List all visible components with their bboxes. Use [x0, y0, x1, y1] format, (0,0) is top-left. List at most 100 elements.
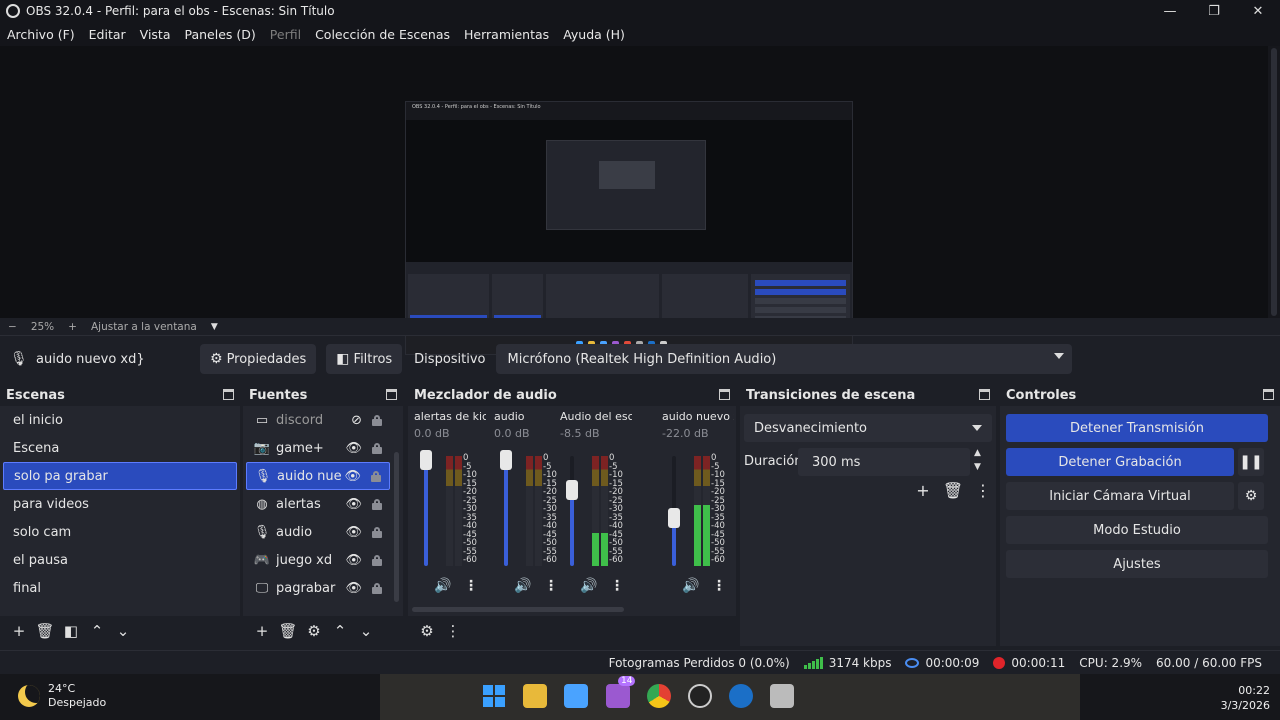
channel-menu-icon[interactable]: ⋮	[544, 578, 558, 594]
scene-item[interactable]: Escena	[3, 434, 237, 462]
volume-knob[interactable]	[668, 508, 680, 528]
menu-profile[interactable]: Perfil	[270, 27, 301, 42]
transition-menu-button[interactable]: ⋮	[970, 481, 996, 500]
close-button[interactable]: ✕	[1236, 0, 1280, 22]
eye-icon[interactable]: 👁	[345, 581, 362, 596]
studio-mode-button[interactable]: Modo Estudio	[1006, 516, 1268, 544]
eye-icon[interactable]: 👁	[344, 469, 361, 484]
lock-icon[interactable]	[372, 554, 382, 566]
undock-icon[interactable]	[979, 389, 990, 400]
speaker-icon[interactable]: 🔊	[580, 578, 597, 594]
filters-button[interactable]: ◧ Filtros	[326, 344, 403, 374]
zoom-out-button[interactable]: −	[8, 321, 17, 333]
mixer-menu-button[interactable]: ⋮	[440, 622, 466, 640]
preview-scrollbar[interactable]	[1268, 46, 1280, 318]
pause-recording-button[interactable]: ❚❚	[1238, 448, 1264, 476]
start-virtual-camera-button[interactable]: Iniciar Cámara Virtual	[1006, 482, 1234, 510]
stop-stream-button[interactable]: Detener Transmisión	[1006, 414, 1268, 442]
eye-icon[interactable]: 👁	[345, 525, 362, 540]
channel-menu-icon[interactable]: ⋮	[464, 578, 478, 594]
restore-button[interactable]: ❐	[1192, 0, 1236, 22]
menu-tools[interactable]: Herramientas	[464, 27, 549, 42]
eye-icon[interactable]: 👁	[345, 441, 362, 456]
undock-icon[interactable]	[386, 389, 397, 400]
speaker-icon[interactable]: 🔊	[682, 578, 699, 594]
add-source-button[interactable]: +	[249, 622, 275, 640]
transition-select[interactable]: Desvanecimiento	[744, 414, 992, 442]
channel-menu-icon[interactable]: ⋮	[610, 578, 624, 594]
advanced-audio-button[interactable]: ⚙	[414, 622, 440, 640]
speaker-icon[interactable]: 🔊	[434, 578, 451, 594]
lock-icon[interactable]	[371, 470, 381, 482]
device-select[interactable]: Micrófono (Realtek High Definition Audio…	[495, 344, 1072, 374]
stop-recording-button[interactable]: Detener Grabación	[1006, 448, 1234, 476]
lock-icon[interactable]	[372, 442, 382, 454]
speaker-icon[interactable]: 🔊	[514, 578, 531, 594]
fit-to-window-button[interactable]: Ajustar a la ventana	[91, 321, 197, 333]
windows-start-icon[interactable]	[482, 684, 506, 708]
duration-input[interactable]: 300 ms	[798, 448, 970, 476]
virtual-camera-settings-button[interactable]: ⚙	[1238, 482, 1264, 510]
source-item[interactable]: ◍ alertas 👁	[246, 490, 390, 518]
source-item[interactable]: 🎙 audio 👁	[246, 518, 390, 546]
undock-icon[interactable]	[1263, 389, 1274, 400]
source-item[interactable]: 🖵 pagrabar 👁	[246, 574, 390, 602]
add-transition-button[interactable]: +	[910, 481, 936, 500]
steam-icon[interactable]	[729, 684, 753, 708]
chevron-down-icon[interactable]: ▼	[211, 322, 218, 332]
scene-filters-button[interactable]: ◧	[58, 622, 84, 640]
zoom-in-button[interactable]: +	[68, 321, 77, 333]
source-item[interactable]: 🎮 juego xd 👁	[246, 546, 390, 574]
lock-icon[interactable]	[372, 526, 382, 538]
scene-item[interactable]: el inicio	[3, 406, 237, 434]
file-explorer-icon[interactable]	[523, 684, 547, 708]
source-item[interactable]: 📷 game+ 👁	[246, 434, 390, 462]
volume-knob[interactable]	[566, 480, 578, 500]
remove-scene-button[interactable]: 🗑	[32, 622, 58, 640]
weather-widget[interactable]: 24°C Despejado	[18, 682, 106, 710]
menu-file[interactable]: Archivo (F)	[7, 27, 75, 42]
undock-icon[interactable]	[719, 389, 730, 400]
move-up-button[interactable]: ⌃	[327, 622, 353, 640]
remove-source-button[interactable]: 🗑	[275, 622, 301, 640]
properties-button[interactable]: ⚙ Propiedades	[200, 344, 317, 374]
lock-icon[interactable]	[372, 414, 382, 426]
mixer-scrollbar[interactable]	[412, 607, 624, 612]
source-item[interactable]: ▭ discord ⊘	[246, 406, 390, 434]
move-down-button[interactable]: ⌄	[353, 622, 379, 640]
scene-item[interactable]: el pausa	[3, 546, 237, 574]
sources-scrollbar[interactable]	[394, 452, 399, 602]
eye-hidden-icon[interactable]: ⊘	[351, 413, 362, 428]
minimize-button[interactable]: —	[1148, 0, 1192, 22]
undock-icon[interactable]	[223, 389, 234, 400]
chrome-icon[interactable]	[647, 684, 671, 708]
volume-knob[interactable]	[420, 450, 432, 470]
system-clock[interactable]: 00:22 3/3/2026	[1221, 683, 1270, 713]
app-icon[interactable]	[770, 684, 794, 708]
settings-button[interactable]: Ajustes	[1006, 550, 1268, 578]
scene-item[interactable]: solo cam	[3, 518, 237, 546]
move-down-button[interactable]: ⌄	[110, 622, 136, 640]
eye-icon[interactable]: 👁	[345, 553, 362, 568]
menu-help[interactable]: Ayuda (H)	[563, 27, 625, 42]
store-icon[interactable]	[564, 684, 588, 708]
menu-docks[interactable]: Paneles (D)	[185, 27, 256, 42]
chevron-up-icon[interactable]: ▲	[974, 446, 981, 460]
scene-item[interactable]: solo pa grabar	[3, 462, 237, 490]
source-properties-button[interactable]: ⚙	[301, 622, 327, 640]
scene-item[interactable]: para videos	[3, 490, 237, 518]
chevron-down-icon[interactable]: ▼	[974, 460, 981, 474]
channel-menu-icon[interactable]: ⋮	[712, 578, 726, 594]
lock-icon[interactable]	[372, 498, 382, 510]
menu-scene-collection[interactable]: Colección de Escenas	[315, 27, 450, 42]
preview-canvas[interactable]: OBS 32.0.4 - Perfil: para el obs - Escen…	[0, 46, 1268, 355]
lock-icon[interactable]	[372, 582, 382, 594]
volume-knob[interactable]	[500, 450, 512, 470]
scene-item[interactable]: final	[3, 574, 237, 602]
obs-taskbar-icon[interactable]	[688, 684, 712, 708]
eye-icon[interactable]: 👁	[345, 497, 362, 512]
duration-stepper[interactable]: ▲ ▼	[974, 446, 981, 474]
menu-view[interactable]: Vista	[140, 27, 171, 42]
source-item[interactable]: 🎙 auido nuevo xd}👁	[246, 462, 390, 490]
remove-transition-button[interactable]: 🗑	[940, 481, 966, 500]
